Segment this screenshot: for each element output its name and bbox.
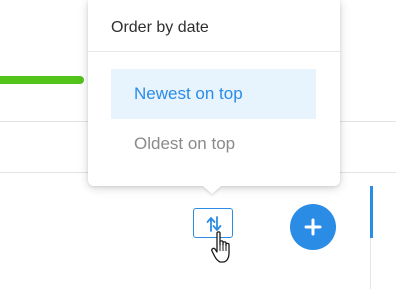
dropdown-header: Order by date	[88, 0, 340, 52]
divider	[370, 238, 371, 289]
option-newest-on-top[interactable]: Newest on top	[111, 69, 316, 119]
dropdown-title: Order by date	[111, 19, 209, 36]
sort-dropdown-menu: Order by date Newest on top Oldest on to…	[88, 0, 340, 186]
add-button[interactable]	[290, 204, 336, 250]
hand-pointer-cursor	[211, 231, 230, 263]
plus-icon	[304, 218, 322, 236]
progress-bar	[0, 76, 84, 84]
dropdown-pointer	[203, 186, 221, 194]
active-indicator	[370, 186, 373, 238]
option-oldest-on-top[interactable]: Oldest on top	[111, 119, 316, 169]
